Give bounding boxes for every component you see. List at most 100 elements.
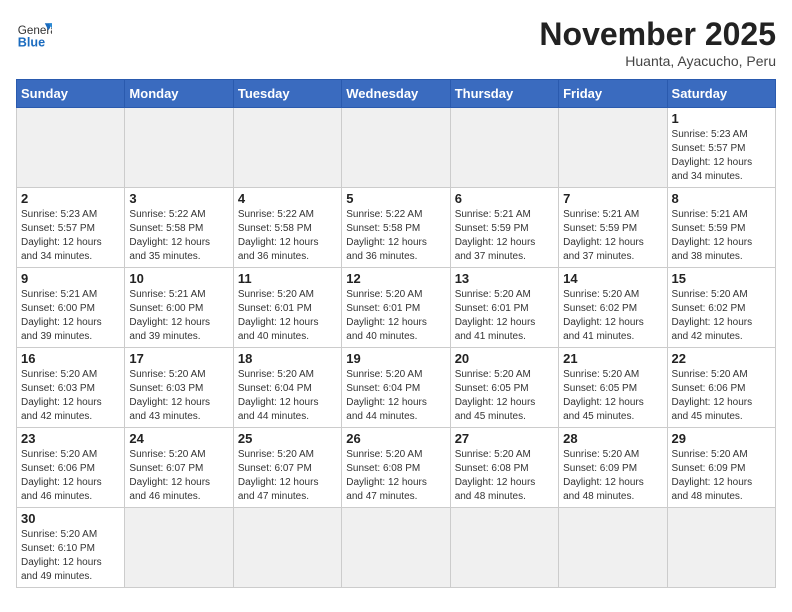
calendar-day-cell <box>125 508 233 588</box>
calendar-day-cell: 23 Sunrise: 5:20 AMSunset: 6:06 PMDayligh… <box>17 428 125 508</box>
day-number: 17 <box>129 351 228 366</box>
calendar-day-cell: 16 Sunrise: 5:20 AMSunset: 6:03 PMDayligh… <box>17 348 125 428</box>
calendar-day-cell: 1Sunrise: 5:23 AMSunset: 5:57 PMDaylight… <box>667 108 775 188</box>
calendar-day-cell <box>233 108 341 188</box>
day-number: 19 <box>346 351 445 366</box>
day-number: 29 <box>672 431 771 446</box>
day-info: Sunrise: 5:20 AMSunset: 6:04 PMDaylight:… <box>238 368 337 424</box>
day-info: Sunrise: 5:20 AMSunset: 6:07 PMDaylight:… <box>129 448 228 504</box>
calendar-day-cell: 4 Sunrise: 5:22 AMSunset: 5:58 PMDaylight… <box>233 188 341 268</box>
day-number: 12 <box>346 271 445 286</box>
day-info: Sunrise: 5:22 AMSunset: 5:58 PMDaylight:… <box>346 208 445 264</box>
month-title: November 2025 <box>539 16 776 53</box>
day-number: 14 <box>563 271 662 286</box>
day-number: 30 <box>21 511 120 526</box>
svg-text:Blue: Blue <box>18 36 45 50</box>
day-number: 23 <box>21 431 120 446</box>
day-number: 20 <box>455 351 554 366</box>
page-header: General Blue November 2025 Huanta, Ayacu… <box>16 16 776 69</box>
calendar-day-cell <box>559 508 667 588</box>
calendar-day-cell: 28 Sunrise: 5:20 AMSunset: 6:09 PMDayligh… <box>559 428 667 508</box>
day-number: 10 <box>129 271 228 286</box>
day-info: Sunrise: 5:20 AMSunset: 6:09 PMDaylight:… <box>563 448 662 504</box>
column-header-monday: Monday <box>125 80 233 108</box>
day-info: Sunrise: 5:20 AMSunset: 6:06 PMDaylight:… <box>672 368 771 424</box>
calendar-day-cell: 10 Sunrise: 5:21 AMSunset: 6:00 PMDayligh… <box>125 268 233 348</box>
calendar-day-cell: 8Sunrise: 5:21 AMSunset: 5:59 PMDaylight… <box>667 188 775 268</box>
calendar-day-cell: 7 Sunrise: 5:21 AMSunset: 5:59 PMDaylight… <box>559 188 667 268</box>
calendar-day-cell <box>342 108 450 188</box>
day-info: Sunrise: 5:21 AMSunset: 5:59 PMDaylight:… <box>563 208 662 264</box>
calendar-week-row: 16 Sunrise: 5:20 AMSunset: 6:03 PMDayligh… <box>17 348 776 428</box>
day-number: 18 <box>238 351 337 366</box>
calendar-day-cell: 18 Sunrise: 5:20 AMSunset: 6:04 PMDayligh… <box>233 348 341 428</box>
day-info: Sunrise: 5:22 AMSunset: 5:58 PMDaylight:… <box>238 208 337 264</box>
day-number: 3 <box>129 191 228 206</box>
day-info: Sunrise: 5:20 AMSunset: 6:08 PMDaylight:… <box>455 448 554 504</box>
column-header-wednesday: Wednesday <box>342 80 450 108</box>
calendar-week-row: 23 Sunrise: 5:20 AMSunset: 6:06 PMDayligh… <box>17 428 776 508</box>
calendar-day-cell: 9 Sunrise: 5:21 AMSunset: 6:00 PMDaylight… <box>17 268 125 348</box>
day-number: 8 <box>672 191 771 206</box>
day-info: Sunrise: 5:20 AMSunset: 6:03 PMDaylight:… <box>129 368 228 424</box>
day-info: Sunrise: 5:20 AMSunset: 6:08 PMDaylight:… <box>346 448 445 504</box>
day-number: 16 <box>21 351 120 366</box>
day-number: 5 <box>346 191 445 206</box>
calendar-day-cell: 19Sunrise: 5:20 AMSunset: 6:04 PMDayligh… <box>342 348 450 428</box>
day-info: Sunrise: 5:20 AMSunset: 6:05 PMDaylight:… <box>455 368 554 424</box>
calendar-day-cell: 11 Sunrise: 5:20 AMSunset: 6:01 PMDayligh… <box>233 268 341 348</box>
day-info: Sunrise: 5:23 AMSunset: 5:57 PMDaylight:… <box>21 208 120 264</box>
day-info: Sunrise: 5:20 AMSunset: 6:01 PMDaylight:… <box>455 288 554 344</box>
calendar-day-cell: 27Sunrise: 5:20 AMSunset: 6:08 PMDayligh… <box>450 428 558 508</box>
calendar-table: SundayMondayTuesdayWednesdayThursdayFrid… <box>16 79 776 588</box>
calendar-day-cell: 13 Sunrise: 5:20 AMSunset: 6:01 PMDayligh… <box>450 268 558 348</box>
calendar-day-cell: 6Sunrise: 5:21 AMSunset: 5:59 PMDaylight… <box>450 188 558 268</box>
calendar-header-row: SundayMondayTuesdayWednesdayThursdayFrid… <box>17 80 776 108</box>
logo: General Blue <box>16 16 52 52</box>
day-number: 4 <box>238 191 337 206</box>
column-header-tuesday: Tuesday <box>233 80 341 108</box>
calendar-day-cell: 14 Sunrise: 5:20 AMSunset: 6:02 PMDayligh… <box>559 268 667 348</box>
column-header-saturday: Saturday <box>667 80 775 108</box>
day-info: Sunrise: 5:20 AMSunset: 6:02 PMDaylight:… <box>563 288 662 344</box>
day-info: Sunrise: 5:20 AMSunset: 6:10 PMDaylight:… <box>21 528 120 584</box>
day-info: Sunrise: 5:21 AMSunset: 6:00 PMDaylight:… <box>21 288 120 344</box>
calendar-day-cell: 21Sunrise: 5:20 AMSunset: 6:05 PMDayligh… <box>559 348 667 428</box>
title-area: November 2025 Huanta, Ayacucho, Peru <box>539 16 776 69</box>
calendar-week-row: 1Sunrise: 5:23 AMSunset: 5:57 PMDaylight… <box>17 108 776 188</box>
column-header-friday: Friday <box>559 80 667 108</box>
calendar-day-cell: 5 Sunrise: 5:22 AMSunset: 5:58 PMDaylight… <box>342 188 450 268</box>
day-info: Sunrise: 5:22 AMSunset: 5:58 PMDaylight:… <box>129 208 228 264</box>
day-info: Sunrise: 5:20 AMSunset: 6:06 PMDaylight:… <box>21 448 120 504</box>
calendar-day-cell <box>559 108 667 188</box>
day-number: 22 <box>672 351 771 366</box>
logo-icon: General Blue <box>16 16 52 52</box>
calendar-day-cell: 12 Sunrise: 5:20 AMSunset: 6:01 PMDayligh… <box>342 268 450 348</box>
day-number: 9 <box>21 271 120 286</box>
day-number: 28 <box>563 431 662 446</box>
calendar-day-cell: 30 Sunrise: 5:20 AMSunset: 6:10 PMDayligh… <box>17 508 125 588</box>
day-number: 7 <box>563 191 662 206</box>
calendar-day-cell: 26Sunrise: 5:20 AMSunset: 6:08 PMDayligh… <box>342 428 450 508</box>
calendar-day-cell <box>17 108 125 188</box>
day-info: Sunrise: 5:21 AMSunset: 6:00 PMDaylight:… <box>129 288 228 344</box>
calendar-week-row: 2Sunrise: 5:23 AMSunset: 5:57 PMDaylight… <box>17 188 776 268</box>
calendar-day-cell: 25Sunrise: 5:20 AMSunset: 6:07 PMDayligh… <box>233 428 341 508</box>
day-number: 13 <box>455 271 554 286</box>
day-info: Sunrise: 5:20 AMSunset: 6:01 PMDaylight:… <box>238 288 337 344</box>
column-header-sunday: Sunday <box>17 80 125 108</box>
calendar-day-cell: 20 Sunrise: 5:20 AMSunset: 6:05 PMDayligh… <box>450 348 558 428</box>
calendar-day-cell: 24Sunrise: 5:20 AMSunset: 6:07 PMDayligh… <box>125 428 233 508</box>
column-header-thursday: Thursday <box>450 80 558 108</box>
day-info: Sunrise: 5:20 AMSunset: 6:03 PMDaylight:… <box>21 368 120 424</box>
day-info: Sunrise: 5:21 AMSunset: 5:59 PMDaylight:… <box>455 208 554 264</box>
day-number: 11 <box>238 271 337 286</box>
day-info: Sunrise: 5:20 AMSunset: 6:01 PMDaylight:… <box>346 288 445 344</box>
day-info: Sunrise: 5:20 AMSunset: 6:09 PMDaylight:… <box>672 448 771 504</box>
calendar-day-cell: 22 Sunrise: 5:20 AMSunset: 6:06 PMDayligh… <box>667 348 775 428</box>
day-info: Sunrise: 5:23 AMSunset: 5:57 PMDaylight:… <box>672 128 771 184</box>
calendar-day-cell <box>233 508 341 588</box>
day-info: Sunrise: 5:20 AMSunset: 6:07 PMDaylight:… <box>238 448 337 504</box>
calendar-day-cell <box>342 508 450 588</box>
calendar-day-cell: 3 Sunrise: 5:22 AMSunset: 5:58 PMDaylight… <box>125 188 233 268</box>
